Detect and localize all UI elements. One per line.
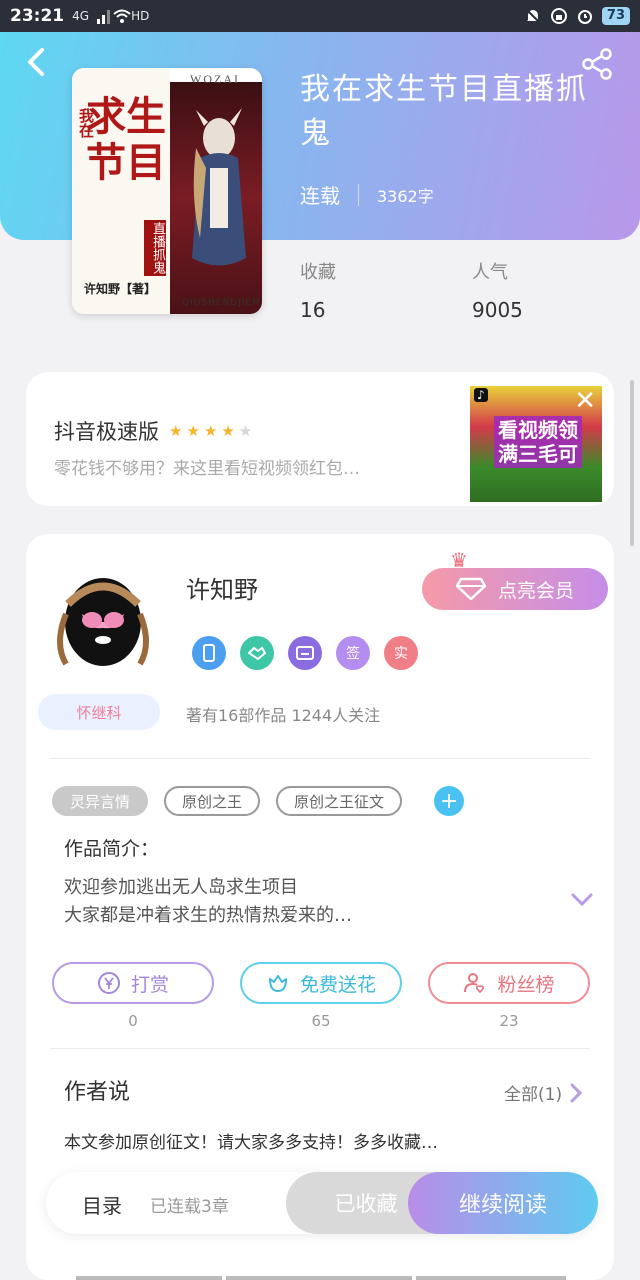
wifi-hd-label: HD — [131, 9, 150, 23]
verified-badge-icon[interactable]: 实 — [384, 636, 418, 670]
alarm-icon — [577, 10, 592, 24]
diamond-icon — [455, 577, 486, 601]
signal-icon — [97, 10, 111, 24]
tag-genre[interactable]: 灵异言情 — [52, 786, 149, 816]
bottom-action-bar: 目录 已连载3章 已收藏 继续阅读 — [46, 1172, 598, 1234]
book-meta: 连载 3362字 — [300, 180, 434, 209]
reward-count: 0 — [128, 1012, 138, 1030]
user-heart-icon — [464, 973, 485, 994]
book-cover[interactable]: WOZAI 我在 求生节目 直播抓鬼 许知野【著】 QIUSHENGJIEMU — [72, 68, 262, 314]
cover-author: 许知野【著】 — [84, 282, 157, 296]
ad-thumbnail[interactable]: ♪ 看视频领 满三毛可 ✕ — [470, 386, 602, 502]
reward-label: 打赏 — [130, 973, 169, 996]
serial-status: 连载 — [300, 184, 340, 208]
tag-original-king[interactable]: 原创之王 — [164, 786, 261, 816]
network-type: 4G — [72, 9, 90, 23]
phone-badge-icon[interactable] — [192, 636, 226, 670]
cover-subtitle: 直播抓鬼 — [144, 220, 166, 276]
author-says-title: 作者说 — [64, 1080, 131, 1105]
tiktok-logo-icon: ♪ — [474, 388, 488, 402]
favorites-value: 16 — [300, 298, 326, 322]
author-avatar[interactable] — [48, 564, 158, 674]
author-says-text: 本文参加原创征文！请大家多多支持！多多收藏… — [64, 1133, 438, 1153]
cover-big-title: 求生节目 — [86, 93, 166, 186]
handshake-badge-icon[interactable] — [240, 636, 274, 670]
cover-top-text: WOZAI — [190, 72, 240, 86]
lock-icon — [550, 8, 567, 24]
continue-reading-button[interactable]: 继续阅读 — [408, 1172, 598, 1234]
author-name[interactable]: 许知野 — [186, 570, 258, 605]
clock: 23:21 — [10, 6, 65, 26]
ad-card[interactable]: 抖音极速版 ★★★★★ 零花钱不够用？来这里看短视频领红包… ♪ 看视频领 满三… — [26, 372, 614, 506]
rating-stars: ★★★★★ — [169, 422, 257, 440]
tag-list: 灵异言情 原创之王 原创之王征文 + — [52, 786, 465, 816]
divider — [50, 1048, 590, 1049]
flower-count: 65 — [311, 1012, 331, 1030]
book-title: 我在求生节目直播抓鬼 — [300, 72, 588, 151]
toc-button[interactable]: 目录 — [82, 1190, 122, 1219]
ad-description: 零花钱不够用？来这里看短视频领红包… — [54, 459, 360, 479]
favorites-stat: 收藏 16 — [300, 258, 336, 322]
battery-indicator: 73 — [601, 7, 630, 25]
cover-illustration — [192, 108, 246, 266]
nav-gesture-bar — [226, 1276, 412, 1280]
tag-contest[interactable]: 原创之王征文 — [276, 786, 403, 816]
chevron-right-icon — [570, 1083, 583, 1102]
fan-ranking-label: 粉丝榜 — [497, 973, 555, 996]
add-tag-button[interactable]: + — [434, 786, 465, 816]
action-counts: 0 65 23 — [52, 1012, 590, 1030]
meta-divider — [358, 183, 359, 206]
fan-count: 23 — [499, 1012, 519, 1030]
scrollbar[interactable] — [630, 380, 634, 546]
ad-close-icon[interactable]: ✕ — [574, 386, 596, 416]
ad-banner-text: 看视频领 满三毛可 — [494, 416, 582, 468]
nav-gesture-bar — [416, 1276, 566, 1280]
author-badges: 签 实 — [192, 636, 418, 670]
send-flower-label: 免费送花 — [299, 973, 376, 996]
ad-app-name: 抖音极速版 — [54, 420, 159, 444]
vip-button-label: 点亮会员 — [497, 579, 574, 602]
author-says-all-label: 全部(1) — [504, 1085, 563, 1105]
status-bar: 23:21 4G HD 73 — [0, 0, 640, 32]
popularity-value: 9005 — [472, 298, 523, 322]
favorites-label: 收藏 — [300, 262, 336, 283]
intro-label: 作品简介： — [64, 838, 160, 860]
card-badge-icon[interactable] — [288, 636, 322, 670]
intro-text: 欢迎参加逃出无人岛求生项目 大家都是冲着求生的热情热爱来的… — [64, 877, 352, 926]
fan-ranking-button[interactable]: 粉丝榜 — [428, 962, 590, 1004]
divider — [50, 758, 590, 759]
fan-title-badge[interactable]: 怀继科 — [38, 694, 160, 730]
expand-chevron-icon[interactable] — [570, 890, 594, 910]
word-count: 3362字 — [377, 186, 434, 206]
author-works-info: 著有16部作品 1244人关注 — [186, 706, 381, 725]
vip-button[interactable]: 点亮会员 — [422, 568, 608, 610]
reward-button[interactable]: 打赏 — [52, 962, 214, 1004]
back-arrow-icon[interactable] — [22, 44, 54, 80]
book-detail-card: 许知野 ♛ 点亮会员 签 实 怀继科 著有16部作品 1244人关注 灵异言情 … — [26, 534, 614, 1280]
yen-coin-icon — [97, 972, 120, 994]
wifi-icon — [113, 9, 131, 23]
author-says-all-link[interactable]: 全部(1) — [504, 1080, 583, 1105]
action-buttons: 打赏 免费送花 粉丝榜 — [52, 962, 590, 1004]
popularity-stat: 人气 9005 — [472, 258, 523, 322]
popularity-label: 人气 — [472, 262, 508, 283]
send-flower-button[interactable]: 免费送花 — [240, 962, 402, 1004]
notification-off-icon — [525, 8, 541, 24]
cover-pinyin: QIUSHENGJIEMU — [182, 298, 262, 308]
nav-gesture-bar — [76, 1276, 222, 1280]
chapter-count: 已连载3章 — [150, 1197, 229, 1217]
flower-icon — [268, 975, 287, 992]
sign-badge-icon[interactable]: 签 — [336, 636, 370, 670]
